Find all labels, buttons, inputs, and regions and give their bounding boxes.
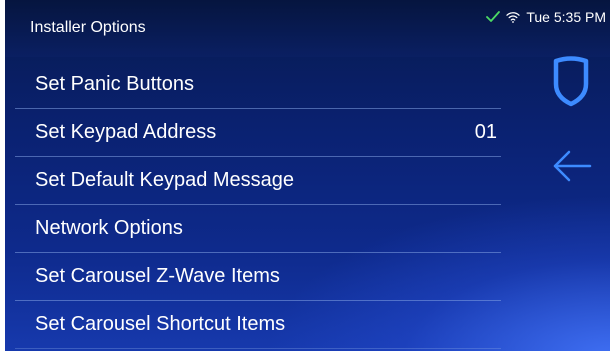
menu-item-label: Set Panic Buttons: [35, 73, 194, 95]
keypad-address-value: 01: [474, 121, 497, 143]
menu-item-set-carousel-z-wave-items[interactable]: Set Carousel Z-Wave Items: [15, 253, 501, 301]
menu-item-network-options[interactable]: Network Options: [15, 205, 501, 253]
menu-item-label: Set Carousel Shortcut Items: [35, 313, 286, 335]
shield-icon[interactable]: [551, 55, 591, 107]
screen-frame-bottom: [0, 351, 610, 357]
menu-item-label: Set Keypad Address: [35, 121, 217, 143]
menu-item-label: Set Carousel Z-Wave Items: [35, 265, 280, 287]
installer-options-screen: Installer Options Tue 5:35 PM Set Panic …: [0, 0, 610, 357]
status-time: Tue 5:35 PM: [526, 9, 606, 25]
page-title: Installer Options: [30, 19, 146, 36]
back-arrow-icon[interactable]: [551, 148, 593, 184]
installer-options-menu: Set Panic Buttons Set Keypad Address 01 …: [15, 61, 501, 349]
check-icon: [486, 11, 501, 23]
menu-item-label: Network Options: [35, 217, 183, 239]
status-bar: Tue 5:35 PM: [486, 9, 606, 25]
menu-item-set-carousel-shortcut-items[interactable]: Set Carousel Shortcut Items: [15, 301, 501, 349]
menu-item-set-panic-buttons[interactable]: Set Panic Buttons: [15, 61, 501, 109]
menu-item-set-default-keypad-message[interactable]: Set Default Keypad Message: [15, 157, 501, 205]
screen-frame-left: [0, 0, 5, 357]
menu-item-set-keypad-address[interactable]: Set Keypad Address 01: [15, 109, 501, 157]
wifi-icon: [506, 11, 521, 23]
menu-item-label: Set Default Keypad Message: [35, 169, 295, 191]
